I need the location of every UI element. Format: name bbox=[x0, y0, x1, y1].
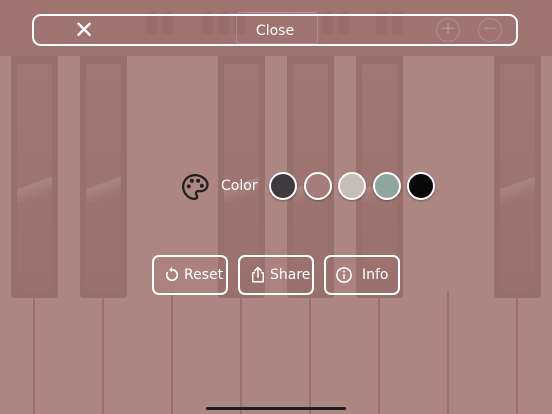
white-key-divider bbox=[240, 292, 242, 414]
info-label: Info bbox=[362, 267, 389, 283]
swatch-sage[interactable] bbox=[373, 172, 401, 200]
white-key-divider bbox=[447, 292, 449, 414]
info-button[interactable]: Info bbox=[324, 255, 400, 295]
share-button[interactable]: Share bbox=[238, 255, 314, 295]
close-label: Close bbox=[255, 23, 295, 39]
reset-icon bbox=[165, 267, 179, 282]
share-icon bbox=[252, 266, 264, 283]
close-button[interactable]: ✕ Close bbox=[32, 14, 518, 46]
white-key-divider bbox=[378, 292, 380, 414]
home-indicator[interactable] bbox=[206, 407, 346, 410]
white-key-divider bbox=[171, 292, 173, 414]
white-key-divider bbox=[33, 292, 35, 414]
reset-label: Reset bbox=[184, 267, 224, 283]
share-label: Share bbox=[270, 267, 311, 283]
piano-background: + − bbox=[0, 0, 552, 414]
white-key-divider bbox=[309, 292, 311, 414]
white-key-divider bbox=[516, 292, 518, 414]
palette-icon bbox=[181, 173, 209, 201]
black-key[interactable] bbox=[494, 56, 541, 298]
black-key[interactable] bbox=[11, 56, 58, 298]
swatch-black[interactable] bbox=[407, 172, 435, 200]
info-icon bbox=[336, 267, 352, 283]
black-key[interactable] bbox=[80, 56, 127, 298]
swatch-beige[interactable] bbox=[338, 172, 366, 200]
color-label: Color bbox=[221, 178, 258, 194]
reset-button[interactable]: Reset bbox=[152, 255, 228, 295]
swatch-dark-gray[interactable] bbox=[269, 172, 297, 200]
white-key-divider bbox=[102, 292, 104, 414]
swatch-rose[interactable] bbox=[304, 172, 332, 200]
